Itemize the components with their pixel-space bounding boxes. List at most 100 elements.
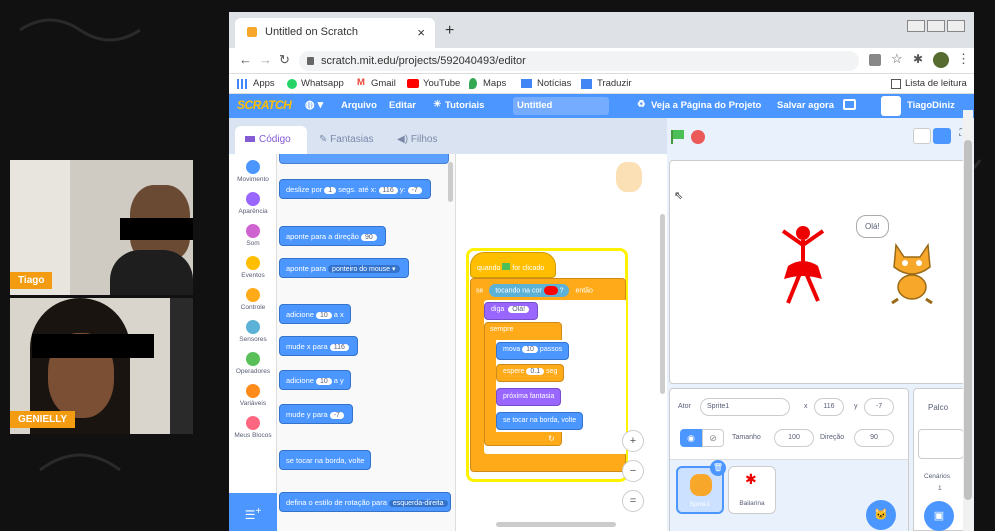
hide-sprite-toggle[interactable]: ⊘	[702, 429, 724, 447]
my-stuff-icon[interactable]	[843, 99, 856, 110]
stage-thumb[interactable]	[918, 429, 964, 459]
news-icon	[521, 79, 532, 88]
page-scrollbar[interactable]	[963, 110, 973, 531]
ballerina-sprite[interactable]	[778, 221, 828, 311]
extensions-icon[interactable]: ✱	[913, 52, 923, 66]
menu-tutorials[interactable]: Tutoriais	[445, 100, 484, 111]
palette-block-glide-partial[interactable]	[279, 154, 449, 164]
touching-color-block[interactable]: tocando na cor ?	[489, 284, 570, 297]
address-bar-row: ← → ↻ scratch.mit.edu/projects/592040493…	[229, 48, 974, 74]
wait-block[interactable]: espere 0.1 seg	[496, 364, 565, 382]
browser-tab[interactable]: Untitled on Scratch ×	[235, 18, 435, 48]
bookmark-youtube[interactable]: YouTube	[423, 78, 460, 89]
palette-block-set-x[interactable]: mude x para 116	[279, 336, 358, 356]
palette-block-bounce[interactable]: se tocar na borda, volte	[279, 450, 372, 470]
see-project-page-button[interactable]: Veja a Página do Projeto	[651, 100, 761, 111]
category-5[interactable]: Sensores	[229, 320, 277, 343]
menu-icon[interactable]: ⋮	[957, 51, 970, 67]
category-0[interactable]: Movimento	[229, 160, 277, 183]
move-block[interactable]: mova 10 passos	[496, 342, 570, 360]
maximize-icon[interactable]	[927, 20, 945, 32]
small-stage-icon[interactable]	[913, 128, 931, 144]
sprite-size-field[interactable]: 100	[774, 429, 814, 447]
show-sprite-toggle[interactable]: ◉	[680, 429, 702, 447]
next-costume-block[interactable]: próxima fantasia	[496, 388, 562, 406]
palette-block-glide[interactable]: deslize por 1 segs. até x: 116 y: -7	[279, 179, 431, 199]
bounce-block[interactable]: se tocar na borda, volte	[496, 412, 584, 430]
profile-avatar[interactable]	[933, 52, 949, 68]
delete-sprite-icon[interactable]: 🗑	[710, 460, 726, 476]
bookmark-whatsapp[interactable]: Whatsapp	[301, 78, 344, 89]
close-window-icon[interactable]	[947, 20, 965, 32]
username[interactable]: TiagoDiniz	[907, 100, 955, 111]
stage-canvas[interactable]: ⇖ Olá!	[669, 160, 969, 384]
star-icon[interactable]: ☆	[891, 51, 903, 67]
sprite-y-field[interactable]: -7	[864, 398, 894, 416]
palette-block-change-x[interactable]: adicione 10 a x	[279, 304, 351, 324]
tab-costumes[interactable]: ✎ Fantasias	[309, 126, 385, 154]
bookmark-maps[interactable]: Maps	[483, 78, 506, 89]
script-area[interactable]: quando for clicado se tocando na cor ? e…	[455, 154, 667, 531]
menu-file[interactable]: Arquivo	[341, 100, 377, 111]
add-sprite-button[interactable]: 🐱	[866, 500, 896, 530]
zoom-in-button[interactable]: +	[622, 430, 644, 452]
bookmark-apps[interactable]: Apps	[253, 78, 275, 89]
sprite-thumb-bailarina[interactable]: ✱ Bailarina	[728, 466, 776, 514]
sprite-direction-field[interactable]: 90	[854, 429, 894, 447]
bookmark-traduzir[interactable]: Traduzir	[597, 78, 632, 89]
sprite-x-field[interactable]: 116	[814, 398, 844, 416]
url-field[interactable]: scratch.mit.edu/projects/592040493/edito…	[299, 51, 859, 71]
reading-list[interactable]: Lista de leitura	[905, 78, 967, 89]
add-backdrop-button[interactable]: ▣	[924, 501, 954, 531]
translate-icon[interactable]	[869, 54, 881, 66]
tab-sounds[interactable]: ◀) Filhos	[387, 126, 457, 154]
sprite-thumb-sprite1[interactable]: Sprite1 🗑	[676, 460, 726, 514]
bookmark-gmail[interactable]: Gmail	[371, 78, 396, 89]
face-censor-bar	[32, 334, 154, 358]
sprite-name-field[interactable]: Sprite1	[700, 398, 790, 416]
maps-icon	[469, 78, 477, 89]
script-vscroll[interactable]	[660, 214, 665, 394]
minimize-icon[interactable]	[907, 20, 925, 32]
extensions-button[interactable]: ☰+	[229, 493, 277, 531]
palette-block-change-y[interactable]: adicione 10 a y	[279, 370, 351, 390]
reload-icon[interactable]: ↻	[279, 52, 290, 68]
palette-block-set-y[interactable]: mude y para -7	[279, 404, 353, 424]
tab-code[interactable]: Código	[235, 126, 307, 154]
category-1[interactable]: Aparência	[229, 192, 277, 215]
color-swatch-red[interactable]	[543, 286, 558, 295]
gmail-icon: M	[357, 77, 365, 88]
when-flag-clicked-block[interactable]: quando for clicado	[470, 252, 556, 278]
category-6[interactable]: Operadores	[229, 352, 277, 375]
palette-scrollbar[interactable]	[448, 162, 453, 202]
green-flag-button[interactable]	[669, 130, 685, 144]
user-avatar[interactable]	[881, 96, 901, 116]
category-4[interactable]: Controle	[229, 288, 277, 311]
palette-block-point-direction[interactable]: aponte para a direção 90	[279, 226, 386, 246]
category-2[interactable]: Som	[229, 224, 277, 247]
scratch-logo[interactable]: SCRATCH	[237, 98, 292, 112]
say-block[interactable]: diga Olá!	[484, 302, 539, 320]
category-3[interactable]: Eventos	[229, 256, 277, 279]
new-tab-button[interactable]: +	[445, 22, 454, 40]
category-7[interactable]: Variáveis	[229, 384, 277, 407]
forever-label: sempre	[490, 326, 514, 333]
back-icon[interactable]: ←	[239, 52, 252, 67]
forward-icon[interactable]: →	[259, 52, 272, 67]
save-now-button[interactable]: Salvar agora	[777, 100, 834, 111]
project-title-input[interactable]: Untitled	[513, 97, 609, 115]
stop-button[interactable]	[691, 130, 705, 144]
palette-block-point-towards[interactable]: aponte para ponteiro do mouse ▾	[279, 258, 409, 278]
zoom-out-button[interactable]: −	[622, 460, 644, 482]
script-scrollbar[interactable]	[496, 522, 616, 527]
page-scrollbar-thumb[interactable]	[964, 140, 972, 500]
close-tab-icon[interactable]: ×	[417, 25, 425, 40]
globe-icon[interactable]: ◍ ▾	[305, 98, 323, 111]
menu-edit[interactable]: Editar	[389, 100, 416, 111]
large-stage-icon[interactable]	[933, 128, 951, 144]
zoom-reset-button[interactable]: =	[622, 490, 644, 512]
bookmark-noticias[interactable]: Notícias	[537, 78, 571, 89]
category-8[interactable]: Meus Blocos	[229, 416, 277, 439]
cat-sprite[interactable]	[886, 241, 938, 305]
palette-block-rotation-style[interactable]: defina o estilo de rotação para esquerda-…	[279, 492, 451, 512]
